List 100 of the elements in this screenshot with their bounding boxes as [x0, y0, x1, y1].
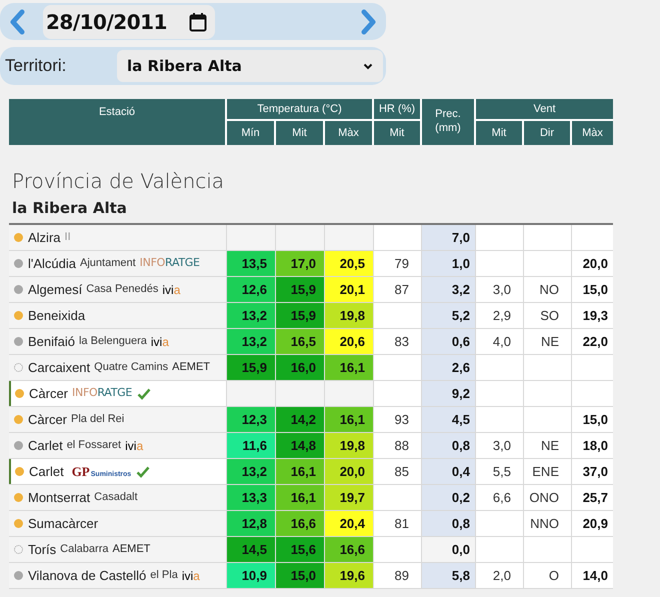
wind-direction-cell: NE — [524, 433, 572, 458]
temperature-cell: 12,6 — [227, 277, 276, 302]
station-name: Montserrat — [28, 488, 90, 507]
temperature-cell: 13,2 — [227, 459, 276, 484]
wind-gust-cell: 20,9 — [572, 511, 613, 536]
station-cell[interactable]: Torís Calabarra AEMET — [9, 537, 227, 562]
precipitation-cell: 0,0 — [422, 537, 476, 562]
station-cell[interactable]: Benifaió la Belenguera ivia — [9, 329, 227, 354]
station-name: Sumacàrcer — [28, 514, 98, 533]
temperature-cell: 16,6 — [325, 537, 374, 562]
precipitation-cell: 7,0 — [422, 225, 476, 250]
precipitation-cell: 1,0 — [422, 251, 476, 276]
column-header: Mit — [476, 121, 524, 145]
wind-speed-cell: 6,6 — [476, 485, 524, 510]
temperature-cell: 13,2 — [227, 303, 276, 328]
column-header: Mit — [276, 121, 325, 145]
temperature-cell: 20,4 — [325, 511, 374, 536]
station-cell[interactable]: Vilanova de Castelló el Pla ivia — [9, 563, 227, 588]
temperature-cell: 17,0 — [276, 251, 325, 276]
station-name: l'Alcúdia — [28, 254, 76, 273]
province-title: Província de València — [12, 169, 226, 193]
precipitation-cell: 0,8 — [422, 511, 476, 536]
station-cell[interactable]: l'Alcúdia Ajuntament INFORATGE — [9, 251, 227, 276]
territory-select[interactable]: la Ribera Alta — [117, 50, 383, 82]
wind-direction-cell: ONO — [524, 485, 572, 510]
temperature-cell: 20,0 — [325, 459, 374, 484]
temperature-cell: 11,6 — [227, 433, 276, 458]
network-logo: ivia — [150, 334, 169, 350]
station-place: la Belenguera — [78, 334, 147, 350]
station-cell[interactable]: Càrcer Pla del Rei — [9, 407, 227, 432]
wind-direction-cell: SO — [524, 303, 572, 328]
temperature-cell: 16,1 — [276, 459, 325, 484]
station-name: Alzira — [28, 228, 61, 247]
column-header: Màx — [325, 121, 374, 145]
temperature-cell: 16,5 — [276, 329, 325, 354]
station-cell[interactable]: Montserrat Casadalt — [9, 485, 227, 510]
wind-gust-cell: 37,0 — [572, 459, 613, 484]
temperature-cell: 16,0 — [276, 355, 325, 380]
chevron-down-icon — [363, 62, 373, 70]
wind-gust-cell: 25,7 — [572, 485, 613, 510]
temperature-cell: 20,5 — [325, 251, 374, 276]
station-cell[interactable]: Carcaixent Quatre Camins AEMET — [9, 355, 227, 380]
precipitation-cell: 9,2 — [422, 381, 476, 406]
temperature-cell: 10,9 — [227, 563, 276, 588]
precipitation-cell: 2,6 — [422, 355, 476, 380]
chevron-left-icon — [9, 8, 25, 34]
station-place: Quatre Camins — [94, 360, 168, 376]
column-header: Dir — [524, 121, 572, 145]
temperature-cell: 14,5 — [227, 537, 276, 562]
wind-gust-cell: 19,3 — [572, 303, 613, 328]
station-name: Carlet — [29, 462, 64, 481]
wind-gust-cell: 14,0 — [572, 563, 613, 588]
region-title: la Ribera Alta — [12, 199, 128, 217]
column-header: Mín — [227, 121, 276, 145]
column-header: Estació — [9, 99, 227, 145]
wind-speed-cell: 4,0 — [476, 329, 524, 354]
humidity-cell: 81 — [374, 511, 422, 536]
temperature-cell: 16,1 — [325, 355, 374, 380]
temperature-cell: 15,9 — [276, 277, 325, 302]
network-label: AEMET — [172, 360, 210, 376]
temperature-cell: 15,6 — [276, 537, 325, 562]
wind-gust-cell: 15,0 — [572, 277, 613, 302]
station-name: Vilanova de Castelló — [28, 566, 146, 585]
station-cell[interactable]: Algemesí Casa Penedés ivia — [9, 277, 227, 302]
precipitation-cell: 3,2 — [422, 277, 476, 302]
network-logo: ivia — [125, 438, 144, 454]
precipitation-cell: 5,2 — [422, 303, 476, 328]
humidity-cell: 89 — [374, 563, 422, 588]
station-place: Casa Penedés — [86, 282, 158, 298]
network-logo: INFORATGE — [72, 385, 132, 402]
temperature-cell: 19,6 — [325, 563, 374, 588]
station-place: Calabarra — [60, 542, 108, 558]
station-cell[interactable]: Sumacàrcer — [9, 511, 227, 536]
station-place: el Fossaret — [66, 438, 122, 454]
network-logo: ivia — [182, 568, 200, 584]
temperature-cell: 19,7 — [325, 485, 374, 510]
wind-gust-cell: 18,0 — [572, 433, 613, 458]
wind-direction-cell: NE — [524, 329, 572, 354]
calendar-icon — [189, 12, 207, 32]
station-cell[interactable]: Beneixida — [9, 303, 227, 328]
temperature-cell: 13,3 — [227, 485, 276, 510]
station-name: Carlet — [28, 436, 63, 455]
territory-label: Territori: — [5, 55, 68, 78]
station-cell[interactable]: Carlet el Fossaret ivia — [9, 433, 227, 458]
station-cell[interactable]: Càrcer INFORATGE — [9, 381, 227, 406]
wind-speed-cell: 3,0 — [476, 433, 524, 458]
chevron-right-icon — [361, 8, 377, 34]
date-field[interactable]: 28/10/2011 — [43, 4, 215, 38]
wind-speed-cell: 5,5 — [476, 459, 524, 484]
network-logo: ivia — [162, 282, 180, 298]
station-cell[interactable]: Alzira II — [9, 225, 227, 250]
network-logo: INFORATGE — [140, 255, 200, 272]
station-name: Beneixida — [28, 306, 86, 325]
wind-direction-cell: NO — [524, 277, 572, 302]
temperature-cell: 14,2 — [276, 407, 325, 432]
station-name: Càrcer — [29, 384, 68, 403]
temperature-cell: 12,3 — [227, 407, 276, 432]
column-header: Prec. (mm) — [422, 99, 476, 145]
humidity-cell: 83 — [374, 329, 422, 354]
precipitation-cell: 0,2 — [422, 485, 476, 510]
